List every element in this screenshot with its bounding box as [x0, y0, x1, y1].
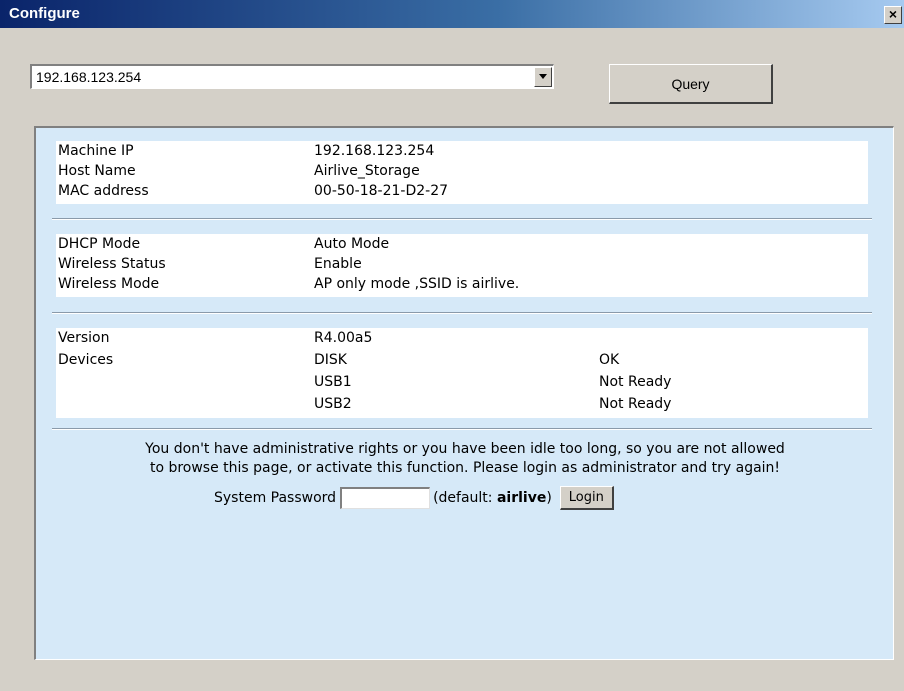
password-input[interactable] [340, 487, 431, 509]
device-info-section: Version R4.00a5 Devices DISK OK USB1 Not… [56, 328, 868, 418]
ip-select-dropdown-button[interactable] [534, 67, 552, 87]
info-row: Machine IP 192.168.123.254 [56, 143, 868, 163]
info-row: MAC address 00-50-18-21-D2-27 [56, 183, 868, 203]
title-bar: Configure × [0, 0, 904, 28]
network-info-section: Machine IP 192.168.123.254 Host Name Air… [56, 141, 868, 204]
close-icon: × [888, 6, 898, 22]
device-status: Not Ready [599, 396, 672, 412]
info-label: Machine IP [58, 143, 134, 159]
close-button[interactable]: × [884, 6, 902, 24]
status-panel: Machine IP 192.168.123.254 Host Name Air… [34, 126, 894, 660]
divider [52, 312, 872, 314]
info-label: MAC address [58, 183, 149, 199]
window-title: Configure [9, 5, 80, 22]
version-value: R4.00a5 [314, 330, 373, 346]
default-hint-prefix: (default: [433, 490, 497, 506]
default-password-value: airlive [496, 490, 547, 506]
device-row: USB1 Not Ready [56, 374, 868, 394]
info-label: Host Name [58, 163, 136, 179]
info-value: Enable [314, 256, 362, 272]
device-name: DISK [314, 352, 347, 368]
info-value: Auto Mode [314, 236, 390, 252]
chevron-down-icon [539, 74, 547, 79]
divider [52, 428, 872, 430]
info-row: Host Name Airlive_Storage [56, 163, 868, 183]
info-value: Airlive_Storage [314, 163, 420, 179]
info-row: Wireless Mode AP only mode ,SSID is airl… [56, 276, 868, 296]
wireless-info-section: DHCP Mode Auto Mode Wireless Status Enab… [56, 234, 868, 297]
device-row: Devices DISK OK [56, 352, 868, 372]
info-label: Wireless Mode [58, 276, 160, 292]
auth-message-line: You don't have administrative rights or … [145, 441, 785, 457]
ip-select-value: 192.168.123.254 [36, 69, 142, 85]
info-label: Wireless Status [58, 256, 166, 272]
device-row: USB2 Not Ready [56, 396, 868, 416]
info-row: Wireless Status Enable [56, 256, 868, 276]
device-name: USB1 [314, 374, 352, 390]
default-hint-suffix: ) [546, 490, 552, 506]
login-form: System Password (default: airlive) Login [214, 485, 614, 511]
info-label: DHCP Mode [58, 236, 141, 252]
devices-label: Devices [58, 352, 114, 368]
divider [52, 218, 872, 220]
login-button[interactable]: Login [559, 486, 614, 510]
query-button[interactable]: Query [609, 64, 773, 104]
password-label: System Password [214, 490, 337, 506]
info-value: AP only mode ,SSID is airlive. [314, 276, 520, 292]
info-row: Version R4.00a5 [56, 330, 868, 350]
version-label: Version [58, 330, 110, 346]
device-status: OK [599, 352, 620, 368]
info-value: 192.168.123.254 [314, 143, 435, 159]
info-value: 00-50-18-21-D2-27 [314, 183, 449, 199]
device-status: Not Ready [599, 374, 672, 390]
device-name: USB2 [314, 396, 352, 412]
default-hint: (default: airlive) [433, 490, 552, 506]
info-row: DHCP Mode Auto Mode [56, 236, 868, 256]
ip-select[interactable]: 192.168.123.254 [30, 64, 554, 89]
auth-message-line: to browse this page, or activate this fu… [149, 460, 781, 476]
auth-message: You don't have administrative rights or … [36, 440, 894, 478]
